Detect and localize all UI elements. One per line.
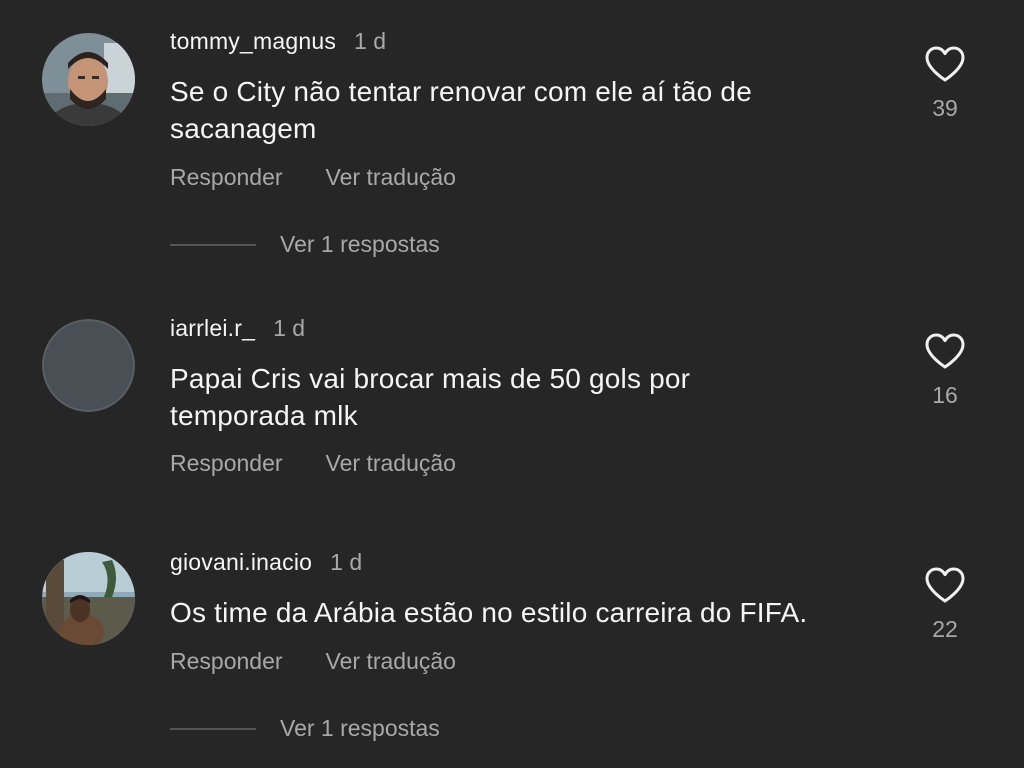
reply-button[interactable]: Responder xyxy=(170,648,283,675)
timestamp: 1 d xyxy=(354,28,387,54)
avatar[interactable] xyxy=(42,33,135,126)
timestamp: 1 d xyxy=(330,549,363,575)
avatar-placeholder xyxy=(42,319,135,412)
comment-text-line: temporada mlk xyxy=(170,400,358,431)
like-control: 39 xyxy=(918,45,972,122)
avatar[interactable] xyxy=(42,319,135,412)
view-replies[interactable]: Ver 1 respostas xyxy=(170,231,440,258)
username[interactable]: iarrlei.r_ xyxy=(170,315,255,342)
username[interactable]: tommy_magnus xyxy=(170,28,336,55)
comment-text: Se o City não tentar renovar com ele aí … xyxy=(170,73,870,147)
avatar-photo xyxy=(42,33,135,126)
avatar-photo xyxy=(42,552,135,645)
replies-divider xyxy=(170,243,256,246)
avatar[interactable] xyxy=(42,552,135,645)
like-control: 22 xyxy=(918,566,972,643)
like-count: 16 xyxy=(932,382,958,408)
view-replies[interactable]: Ver 1 respostas xyxy=(170,715,440,742)
see-translation-button[interactable]: Ver tradução xyxy=(326,164,456,191)
heart-outline-icon[interactable] xyxy=(924,332,966,370)
comment-header: iarrlei.r_ 1 d xyxy=(170,315,305,342)
timestamp: 1 d xyxy=(273,315,306,341)
comment-item: iarrlei.r_ 1 d Papai Cris vai brocar mai… xyxy=(0,300,1024,500)
see-translation-button[interactable]: Ver tradução xyxy=(326,648,456,675)
username[interactable]: giovani.inacio xyxy=(170,549,312,576)
comment-text-line: Papai Cris vai brocar mais de 50 gols po… xyxy=(170,363,691,394)
comment-text-line: Os time da Arábia estão no estilo carrei… xyxy=(170,597,808,628)
comment-text-line: Se o City não tentar renovar com ele aí … xyxy=(170,76,752,107)
comment-header: tommy_magnus 1 d xyxy=(170,28,386,55)
comment-text: Papai Cris vai brocar mais de 50 gols po… xyxy=(170,360,870,434)
view-replies-button[interactable]: Ver 1 respostas xyxy=(280,231,440,258)
comment-actions: Responder Ver tradução xyxy=(170,648,456,675)
reply-button[interactable]: Responder xyxy=(170,450,283,477)
comment-actions: Responder Ver tradução xyxy=(170,164,456,191)
comment-text-line: sacanagem xyxy=(170,113,317,144)
replies-divider xyxy=(170,727,256,730)
comment-item: tommy_magnus 1 d Se o City não tentar re… xyxy=(0,0,1024,280)
see-translation-button[interactable]: Ver tradução xyxy=(326,450,456,477)
heart-outline-icon[interactable] xyxy=(924,566,966,604)
like-control: 16 xyxy=(918,332,972,409)
comment-header: giovani.inacio 1 d xyxy=(170,549,362,576)
heart-outline-icon[interactable] xyxy=(924,45,966,83)
comment-actions: Responder Ver tradução xyxy=(170,450,456,477)
like-count: 22 xyxy=(932,616,958,642)
reply-button[interactable]: Responder xyxy=(170,164,283,191)
comment-item: giovani.inacio 1 d Os time da Arábia est… xyxy=(0,535,1024,768)
view-replies-button[interactable]: Ver 1 respostas xyxy=(280,715,440,742)
like-count: 39 xyxy=(932,95,958,121)
comment-text: Os time da Arábia estão no estilo carrei… xyxy=(170,594,870,631)
